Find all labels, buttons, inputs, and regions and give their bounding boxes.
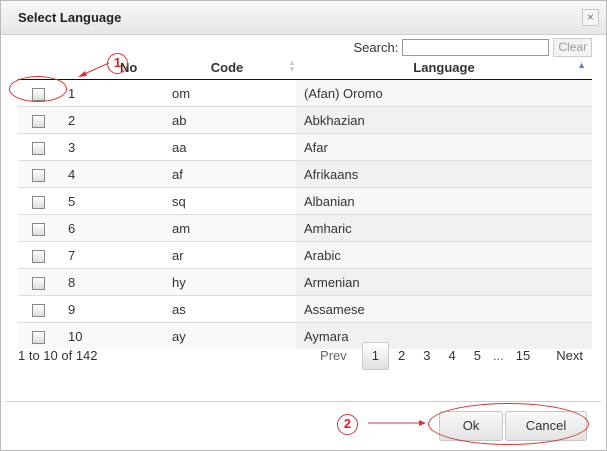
row-code: ab [158, 106, 296, 134]
row-code: ar [158, 241, 296, 269]
pager-ellipsis: ... [492, 348, 504, 363]
header-language[interactable]: Language ▲ [296, 56, 592, 80]
annotation-ring-buttons [428, 403, 589, 445]
pagination: Prev 1 2 3 4 5 ... 15 Next [311, 342, 592, 370]
annotation-ring-checkbox [9, 76, 67, 102]
row-checkbox-cell [18, 106, 58, 134]
table-row[interactable]: 9 as Assamese [18, 295, 592, 323]
sort-ascending-icon: ▲ [577, 60, 586, 70]
table-row[interactable]: 6 am Amharic [18, 214, 592, 242]
table-row[interactable]: 8 hy Armenian [18, 268, 592, 296]
row-checkbox-cell [18, 160, 58, 188]
row-no: 3 [58, 133, 158, 161]
dialog-titlebar: Select Language × [1, 1, 606, 35]
language-table: No Code ▲ ▼ Language ▲ 1 om (Afan) Oromo 2 ab Ab… [18, 56, 592, 349]
row-checkbox[interactable] [31, 303, 45, 317]
row-checkbox-cell [18, 133, 58, 161]
row-checkbox[interactable] [31, 195, 45, 209]
row-no: 6 [58, 214, 158, 242]
row-checkbox[interactable] [31, 114, 45, 128]
close-icon[interactable]: × [582, 9, 599, 26]
row-language: Albanian [296, 187, 592, 215]
pager-page-5[interactable]: 5 [465, 343, 490, 369]
header-code[interactable]: Code ▲ ▼ [158, 56, 296, 80]
row-language: Assamese [296, 295, 592, 323]
row-code: am [158, 214, 296, 242]
table-row[interactable]: 5 sq Albanian [18, 187, 592, 215]
row-language: (Afan) Oromo [296, 80, 592, 107]
row-language: Afar [296, 133, 592, 161]
annotation-arrow-1 [78, 62, 110, 77]
row-code: as [158, 295, 296, 323]
row-checkbox-cell [18, 187, 58, 215]
pager-page-4[interactable]: 4 [439, 343, 464, 369]
header-code-label: Code [210, 60, 244, 75]
row-no: 4 [58, 160, 158, 188]
clear-button[interactable]: Clear [553, 38, 592, 57]
pager-page-1[interactable]: 1 [361, 342, 390, 370]
row-language: Amharic [296, 214, 592, 242]
row-no: 7 [58, 241, 158, 269]
pager-page-2[interactable]: 2 [389, 343, 414, 369]
annotation-number-2: 2 [337, 414, 358, 435]
row-checkbox-cell [18, 241, 58, 269]
row-no: 10 [58, 322, 158, 349]
row-checkbox-cell [18, 268, 58, 296]
row-checkbox[interactable] [31, 249, 45, 263]
table-row[interactable]: 1 om (Afan) Oromo [18, 80, 592, 107]
row-no: 1 [68, 85, 76, 101]
row-code: af [158, 160, 296, 188]
row-checkbox[interactable] [31, 141, 45, 155]
sort-both-icon: ▲ ▼ [288, 58, 296, 74]
search-label: Search: [353, 40, 399, 55]
dialog-title: Select Language [18, 10, 122, 25]
row-code: om [172, 85, 191, 101]
row-checkbox[interactable] [31, 168, 45, 182]
row-language: Armenian [296, 268, 592, 296]
header-language-label: Language [413, 60, 475, 75]
row-code: aa [158, 133, 296, 161]
row-code: sq [158, 187, 296, 215]
row-language: Arabic [296, 241, 592, 269]
table-row[interactable]: 3 aa Afar [18, 133, 592, 161]
table-row[interactable]: 7 ar Arabic [18, 241, 592, 269]
row-checkbox[interactable] [31, 330, 45, 344]
row-no: 2 [58, 106, 158, 134]
row-checkbox-cell [18, 214, 58, 242]
row-checkbox[interactable] [31, 276, 45, 290]
row-checkbox-cell [18, 322, 58, 349]
annotation-arrow-2 [368, 420, 426, 426]
row-language: Afrikaans [296, 160, 592, 188]
row-checkbox-cell [18, 295, 58, 323]
table-info: 1 to 10 of 142 [18, 348, 98, 363]
table-row[interactable]: 4 af Afrikaans [18, 160, 592, 188]
row-code: hy [158, 268, 296, 296]
search-bar: Search: Clear [353, 38, 592, 57]
pager-next[interactable]: Next [547, 343, 592, 369]
row-checkbox[interactable] [31, 222, 45, 236]
pager-prev[interactable]: Prev [311, 343, 356, 369]
search-input[interactable] [402, 39, 550, 56]
row-no: 8 [58, 268, 158, 296]
row-no: 9 [58, 295, 158, 323]
row-language: Abkhazian [296, 106, 592, 134]
row-code: ay [158, 322, 296, 349]
pager-page-last[interactable]: 15 [507, 343, 539, 369]
pager-page-3[interactable]: 3 [414, 343, 439, 369]
table-row[interactable]: 2 ab Abkhazian [18, 106, 592, 134]
footer-divider [6, 401, 601, 402]
row-no: 5 [58, 187, 158, 215]
